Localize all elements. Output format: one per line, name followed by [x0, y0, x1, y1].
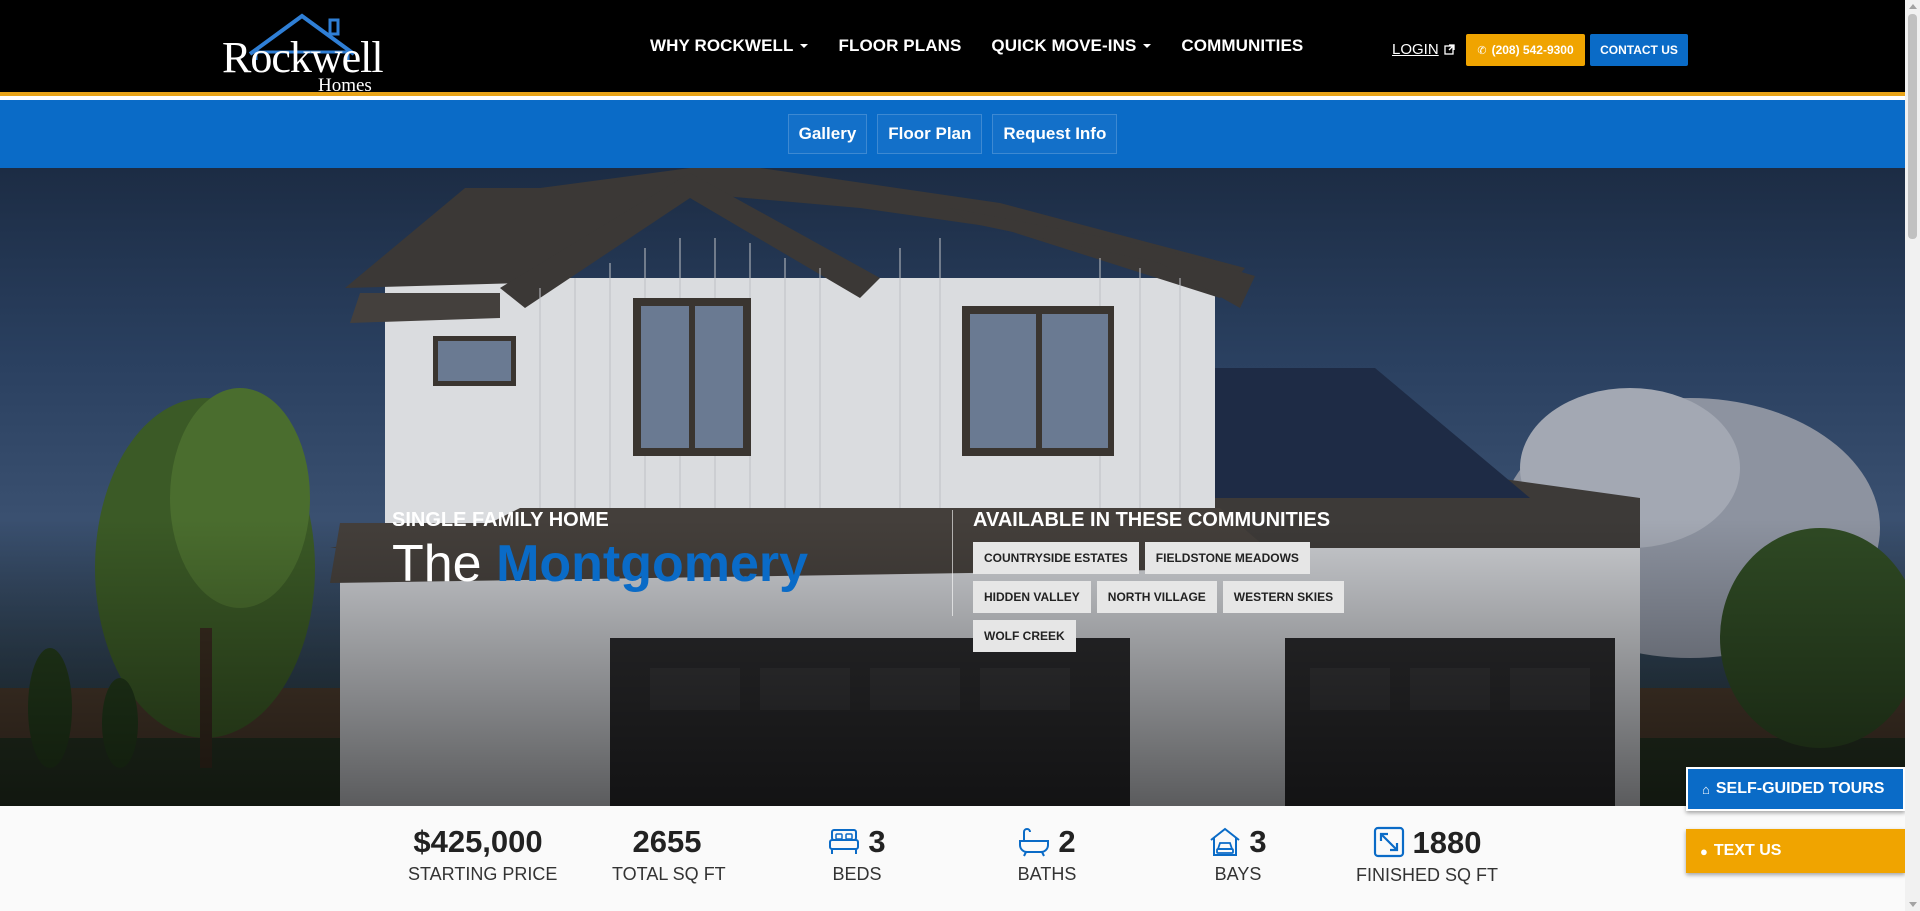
stat-beds: 3 BEDS — [812, 826, 902, 885]
main-nav: WHY ROCKWELL FLOOR PLANS QUICK MOVE-INS … — [650, 36, 1333, 56]
nav-floor-plans-label: FLOOR PLANS — [838, 36, 962, 55]
self-guided-tours-label: SELF-GUIDED TOURS — [1715, 780, 1885, 797]
stat-baths: 2 BATHS — [1002, 826, 1092, 885]
scrollbar-thumb[interactable] — [1908, 14, 1917, 239]
home-stats-bar: $425,000 STARTING PRICE 2655 TOTAL SQ FT… — [0, 806, 1905, 911]
garage-icon — [1210, 827, 1240, 856]
bed-icon — [829, 828, 860, 854]
stat-finished-sqft: 1880 FINISHED SQ FT — [1352, 826, 1502, 886]
stat-total-sqft: 2655 TOTAL SQ FT — [612, 824, 726, 885]
community-chip-north-village[interactable]: NORTH VILLAGE — [1096, 581, 1217, 613]
logo-wordmark: Rockwell — [222, 33, 384, 82]
text-us-button[interactable]: ● TEXT US — [1686, 829, 1905, 873]
page-scrollbar[interactable] — [1905, 0, 1920, 911]
chevron-down-icon — [800, 44, 809, 48]
subnav-request-info[interactable]: Request Info — [992, 114, 1118, 154]
stat-price-value: $425,000 — [413, 824, 543, 859]
login-label: LOGIN — [1392, 41, 1439, 58]
chat-bubble-icon: ● — [1700, 843, 1708, 859]
scroll-down-arrow-icon[interactable] — [1909, 902, 1917, 907]
site-header: Rockwell Homes WHY ROCKWELL FLOOR PLANS … — [0, 0, 1905, 96]
home-title-prefix: The — [392, 535, 482, 593]
self-guided-tours-button[interactable]: ⌂ SELF-GUIDED TOURS — [1686, 767, 1905, 811]
nav-quick-move-ins[interactable]: QUICK MOVE-INS — [991, 36, 1152, 56]
chevron-down-icon — [1143, 44, 1152, 48]
stat-baths-label: BATHS — [1017, 864, 1077, 884]
phone-button[interactable]: ✆ (208) 542-9300 — [1466, 34, 1585, 66]
communities-heading: AVAILABLE IN THESE COMMUNITIES — [973, 509, 1331, 531]
plan-subnav: Gallery Floor Plan Request Info — [0, 100, 1905, 168]
community-chip-wolf-creek[interactable]: WOLF CREEK — [973, 620, 1076, 652]
hero-section — [0, 168, 1905, 806]
stat-baths-value: 2 — [1058, 824, 1076, 859]
community-chip-fieldstone-meadows[interactable]: FIELDSTONE MEADOWS — [1144, 542, 1310, 574]
stat-finished-sqft-value: 1880 — [1412, 824, 1482, 860]
phone-icon: ✆ — [1477, 44, 1487, 57]
stat-total-sqft-value: 2655 — [632, 824, 702, 859]
nav-why-rockwell-label: WHY ROCKWELL — [650, 36, 794, 55]
hero-gradient-overlay — [0, 168, 1905, 806]
bathtub-icon — [1019, 827, 1050, 856]
nav-communities[interactable]: COMMUNITIES — [1181, 36, 1303, 56]
home-title-name: Montgomery — [496, 535, 809, 593]
scroll-up-arrow-icon[interactable] — [1909, 4, 1917, 9]
stat-bays-value: 3 — [1249, 824, 1267, 859]
community-chip-hidden-valley[interactable]: HIDDEN VALLEY — [973, 581, 1091, 613]
stat-bays-label: BAYS — [1214, 864, 1262, 884]
hero-title-block: SINGLE FAMILY HOME The Montgomery — [392, 509, 808, 590]
text-us-label: TEXT US — [1713, 842, 1782, 859]
phone-number: (208) 542-9300 — [1491, 43, 1574, 57]
login-link[interactable]: LOGIN — [1392, 41, 1455, 58]
communities-block: AVAILABLE IN THESE COMMUNITIES COUNTRYSI… — [973, 509, 1433, 659]
nav-quick-move-ins-label: QUICK MOVE-INS — [991, 36, 1137, 55]
subnav-floor-plan[interactable]: Floor Plan — [877, 114, 983, 154]
stat-price-label: STARTING PRICE — [408, 864, 558, 884]
stat-total-sqft-label: TOTAL SQ FT — [612, 864, 726, 884]
community-chip-countryside-estates[interactable]: COUNTRYSIDE ESTATES — [973, 542, 1139, 574]
logo-subtext: Homes — [318, 75, 372, 96]
community-chips: COUNTRYSIDE ESTATES FIELDSTONE MEADOWS H… — [973, 542, 1433, 659]
external-link-icon — [1444, 44, 1455, 55]
contact-us-button[interactable]: CONTACT US — [1590, 34, 1688, 66]
rockwell-homes-logo[interactable]: Rockwell Homes — [222, 12, 384, 95]
home-icon: ⌂ — [1702, 781, 1710, 797]
stat-beds-label: BEDS — [832, 864, 882, 884]
hero-divider — [952, 510, 953, 616]
stat-starting-price: $425,000 STARTING PRICE — [408, 824, 558, 885]
stat-beds-value: 3 — [868, 824, 886, 859]
community-chip-western-skies[interactable]: WESTERN SKIES — [1222, 581, 1345, 613]
stat-finished-sqft-label: FINISHED SQ FT — [1355, 865, 1498, 885]
stat-bays: 3 BAYS — [1193, 826, 1283, 885]
nav-floor-plans[interactable]: FLOOR PLANS — [838, 36, 961, 56]
home-title: The Montgomery — [392, 538, 808, 590]
subnav-gallery[interactable]: Gallery — [787, 114, 868, 154]
nav-why-rockwell[interactable]: WHY ROCKWELL — [650, 36, 809, 56]
home-type-label: SINGLE FAMILY HOME — [392, 509, 609, 531]
nav-communities-label: COMMUNITIES — [1181, 36, 1304, 55]
expand-icon — [1373, 826, 1404, 858]
